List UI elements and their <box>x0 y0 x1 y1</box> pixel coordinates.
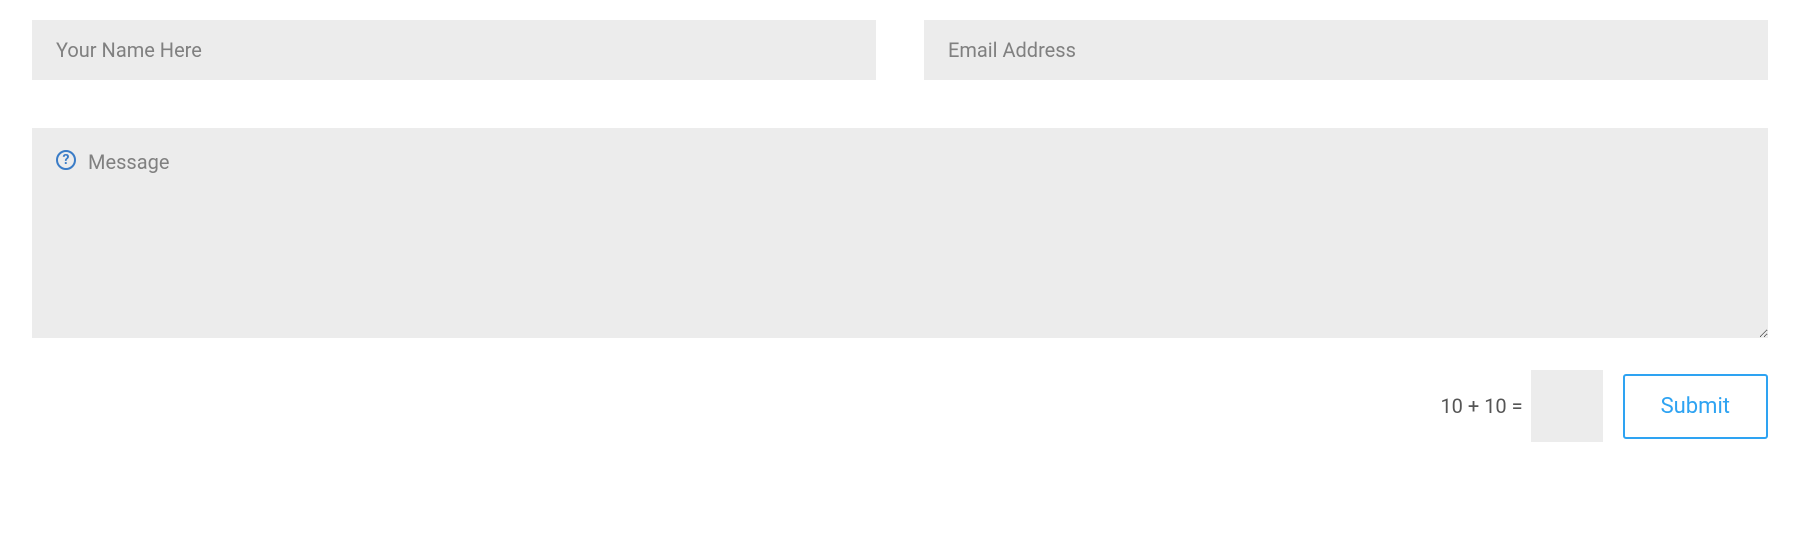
name-field[interactable] <box>32 20 876 80</box>
name-email-row <box>32 20 1768 80</box>
email-field[interactable] <box>924 20 1768 80</box>
message-wrapper: ? <box>32 128 1768 342</box>
message-field[interactable] <box>32 128 1768 338</box>
submit-button[interactable]: Submit <box>1623 374 1768 439</box>
captcha-answer-field[interactable] <box>1531 370 1603 442</box>
contact-form: ? 10 + 10 = Submit <box>32 20 1768 442</box>
form-footer: 10 + 10 = Submit <box>32 370 1768 442</box>
captcha-question: 10 + 10 = <box>1440 394 1522 418</box>
captcha-group: 10 + 10 = <box>1440 370 1602 442</box>
